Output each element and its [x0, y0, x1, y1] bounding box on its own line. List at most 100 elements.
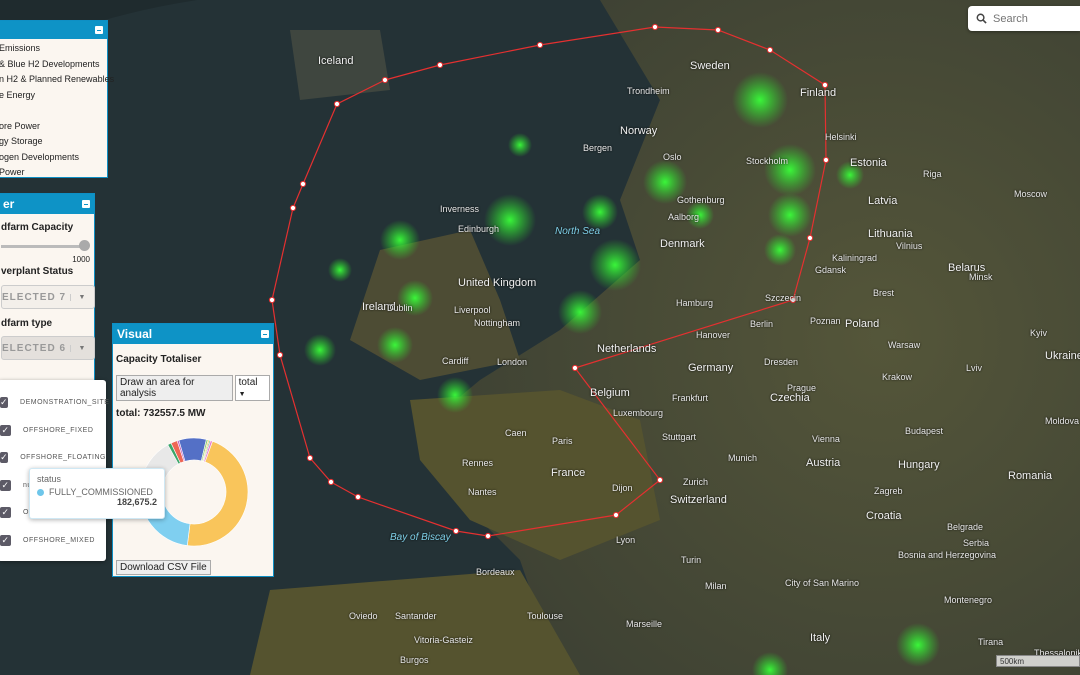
map-label: City of San Marino — [785, 578, 860, 588]
checkbox-checked-icon[interactable]: ✓ — [0, 479, 11, 491]
series-dot — [37, 488, 44, 496]
area-vertex[interactable] — [571, 364, 579, 372]
map-label: Edinburgh — [458, 224, 500, 234]
area-vertex[interactable] — [806, 234, 814, 242]
checkbox-checked-icon[interactable]: ✓ — [0, 397, 9, 409]
layer-item[interactable]: gy Storage — [0, 134, 107, 150]
map-label: Bordeaux — [476, 567, 515, 577]
map-label: Hanover — [696, 330, 731, 340]
chart-tooltip: status FULLY_COMMISSIONED 182,675.2 — [29, 468, 165, 519]
area-vertex[interactable] — [327, 478, 335, 486]
area-vertex[interactable] — [436, 61, 444, 69]
layer-item[interactable]: & Blue H2 Developments — [0, 57, 107, 73]
map-label: Toulouse — [527, 611, 564, 621]
map-label: Hungary — [898, 459, 940, 471]
map-label: Caen — [505, 428, 527, 438]
minimize-icon[interactable] — [82, 200, 90, 208]
map-label: Oviedo — [349, 611, 378, 621]
type-option[interactable]: ✓ OFFSHORE_FIXED — [0, 417, 106, 445]
layer-item[interactable]: Power — [0, 165, 107, 181]
checkbox-checked-icon[interactable]: ✓ — [0, 452, 9, 464]
capacity-blob — [764, 234, 796, 266]
layer-item[interactable]: ore Power — [0, 119, 107, 135]
tooltip-series: FULLY_COMMISSIONED — [49, 487, 153, 497]
mode-select[interactable]: total ▼ — [234, 375, 270, 401]
area-vertex[interactable] — [651, 23, 659, 31]
area-vertex[interactable] — [484, 532, 492, 540]
layer-item[interactable]: n H2 & Planned Renewables — [0, 72, 114, 88]
map-label: Luxembourg — [613, 408, 664, 418]
type-option[interactable]: ✓ OFFSHORE_MIXED — [0, 527, 106, 555]
checkbox-checked-icon[interactable]: ✓ — [0, 424, 11, 436]
area-vertex[interactable] — [268, 296, 276, 304]
map-label: Poland — [845, 318, 880, 330]
map-label: Gothenburg — [677, 195, 725, 205]
filter-panel-title: er — [3, 197, 15, 211]
draw-area-button[interactable]: Draw an area for analysis — [116, 375, 233, 401]
map-label: Vilnius — [896, 241, 923, 251]
map-label: Netherlands — [597, 343, 657, 355]
area-vertex[interactable] — [714, 26, 722, 34]
map-label: Oslo — [663, 152, 682, 162]
chevron-down-icon[interactable]: ▼ — [70, 344, 94, 352]
area-vertex[interactable] — [452, 527, 460, 535]
area-vertex[interactable] — [306, 454, 314, 462]
area-vertex[interactable] — [381, 76, 389, 84]
checkbox-checked-icon[interactable]: ✓ — [0, 507, 11, 519]
map-label: Zagreb — [874, 486, 903, 496]
map-label: Rennes — [462, 458, 494, 468]
map-label: Lyon — [616, 535, 636, 545]
map-label: Warsaw — [888, 340, 921, 350]
area-vertex[interactable] — [612, 511, 620, 519]
capacity-totaliser-title: Capacity Totaliser — [116, 354, 202, 365]
minimize-icon[interactable] — [95, 26, 103, 34]
type-select[interactable]: ELECTED 6 ▼ — [1, 336, 95, 360]
map-label: Tirana — [978, 637, 1004, 647]
map-label: Munich — [728, 453, 758, 463]
status-label: verplant Status — [1, 266, 74, 277]
capacity-slider[interactable] — [1, 239, 94, 255]
map-label: Belgium — [590, 387, 630, 399]
map-label: Kaliningrad — [832, 253, 878, 263]
download-csv-button[interactable]: Download CSV File — [116, 560, 211, 575]
chevron-down-icon: ▼ — [238, 391, 246, 398]
tooltip-value: 182,675.2 — [116, 497, 157, 507]
area-vertex[interactable] — [299, 180, 307, 188]
area-vertex[interactable] — [536, 41, 544, 49]
map-label: Montenegro — [944, 595, 993, 605]
map-label: Moscow — [1014, 189, 1048, 199]
map-label: Denmark — [660, 238, 705, 250]
layer-item[interactable]: ogen Developments — [0, 150, 107, 166]
layer-item[interactable]: e Energy — [0, 88, 107, 104]
minimize-icon[interactable] — [261, 330, 269, 338]
capacity-blob — [732, 72, 788, 128]
map-label: Milan — [705, 581, 727, 591]
filter-panel: er dfarm Capacity 1000 verplant Status E… — [0, 193, 95, 383]
map-label: Paris — [552, 436, 573, 446]
search-input[interactable] — [993, 12, 1073, 25]
area-vertex[interactable] — [289, 204, 297, 212]
capacity-blob — [377, 327, 413, 363]
layer-item[interactable]: Emissions — [0, 41, 107, 57]
area-vertex[interactable] — [354, 493, 362, 501]
tooltip-title: status — [37, 474, 62, 484]
layer-item[interactable] — [0, 103, 107, 119]
map-label: Norway — [620, 125, 658, 137]
status-select[interactable]: ELECTED 7 ▼ — [1, 285, 95, 309]
search-box[interactable] — [968, 6, 1080, 31]
map-label: Liverpool — [454, 305, 491, 315]
visual-panel: Visual Capacity Totaliser Draw an area f… — [112, 323, 274, 577]
map-label: Czechia — [770, 392, 810, 404]
map-label: Helsinki — [825, 132, 857, 142]
area-vertex[interactable] — [656, 476, 664, 484]
slider-handle[interactable] — [79, 240, 90, 251]
area-vertex[interactable] — [333, 100, 341, 108]
map-label: Trondheim — [627, 86, 670, 96]
checkbox-checked-icon[interactable]: ✓ — [0, 534, 11, 546]
area-vertex[interactable] — [822, 156, 830, 164]
chevron-down-icon[interactable]: ▼ — [70, 293, 94, 301]
capacity-max: 1000 — [72, 255, 90, 264]
area-vertex[interactable] — [276, 351, 284, 359]
type-option[interactable]: ✓ DEMONSTRATION_SITE — [0, 389, 109, 417]
area-vertex[interactable] — [766, 46, 774, 54]
